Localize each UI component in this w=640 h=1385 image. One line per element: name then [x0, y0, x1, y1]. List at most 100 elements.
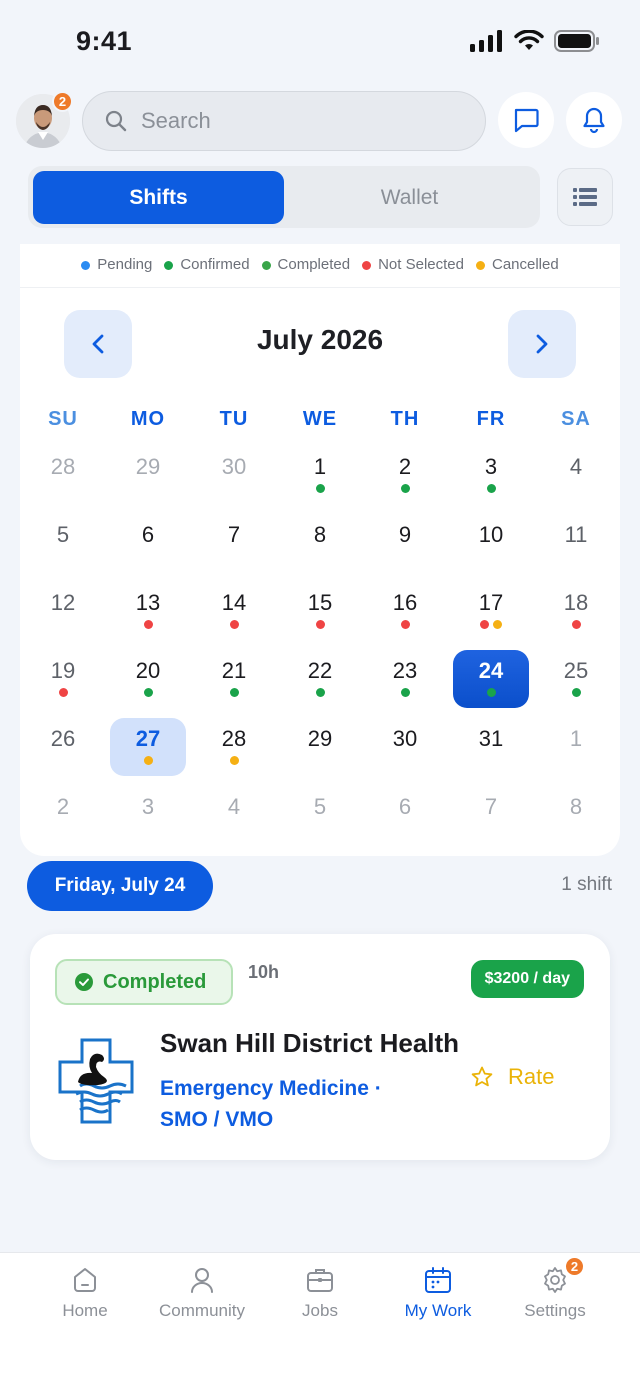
calendar-day-number: 16	[392, 590, 418, 615]
calendar-day-number: 13	[135, 590, 161, 615]
calendar-day[interactable]: 23	[367, 650, 443, 708]
calendar-day[interactable]: 2	[367, 446, 443, 504]
calendar-day[interactable]: 3	[453, 446, 529, 504]
calendar-day-number: 1	[313, 454, 327, 479]
legend-label: Pending	[97, 256, 153, 273]
shift-card[interactable]: Completed 10h $3200 / day Swan Hill Dist…	[30, 934, 610, 1160]
calendar-day[interactable]: 1	[282, 446, 358, 504]
search-input[interactable]	[141, 108, 441, 134]
calendar-day-number: 24	[478, 658, 504, 683]
nav-community[interactable]: Community	[147, 1265, 257, 1321]
calendar-day[interactable]: 14	[196, 582, 272, 640]
tab-wallet[interactable]: Wallet	[284, 171, 535, 224]
calendar-day[interactable]: 17	[453, 582, 529, 640]
calendar-day[interactable]: 7	[196, 514, 272, 572]
calendar-day[interactable]: 11	[538, 514, 614, 572]
calendar-day-number: 8	[569, 794, 583, 819]
search-bar[interactable]	[82, 91, 486, 151]
calendar-day-number: 14	[221, 590, 247, 615]
rate-button[interactable]: Rate	[470, 1064, 554, 1090]
hospital-name: Swan Hill District Health	[160, 1028, 460, 1058]
calendar-day-number: 7	[227, 522, 241, 547]
calendar-day[interactable]: 15	[282, 582, 358, 640]
avatar-badge: 2	[52, 91, 73, 112]
calendar-day[interactable]: 8	[538, 786, 614, 844]
calendar-day[interactable]: 5	[25, 514, 101, 572]
list-view-button[interactable]	[557, 168, 613, 226]
price-badge: $3200 / day	[470, 960, 584, 998]
legend-item: Pending	[81, 256, 152, 287]
calendar-day[interactable]: 18	[538, 582, 614, 640]
weekday-label: TH	[390, 408, 420, 430]
calendar-day[interactable]: 26	[25, 718, 101, 776]
calendar-day[interactable]: 12	[25, 582, 101, 640]
shift-status-dots	[110, 756, 186, 765]
calendar-day[interactable]: 20	[110, 650, 186, 708]
status-dot-icon	[400, 620, 410, 629]
calendar-day[interactable]: 22	[282, 650, 358, 708]
calendar-day[interactable]: 8	[282, 514, 358, 572]
shift-status-dots	[25, 688, 101, 697]
calendar-day[interactable]: 10	[453, 514, 529, 572]
next-month-button[interactable]	[508, 310, 576, 378]
calendar-day[interactable]: 2	[25, 786, 101, 844]
calendar-day[interactable]: 7	[453, 786, 529, 844]
calendar-day[interactable]: 24	[453, 650, 529, 708]
calendar-day[interactable]: 9	[367, 514, 443, 572]
legend-label: Completed	[277, 256, 351, 273]
calendar-day[interactable]: 27	[110, 718, 186, 776]
calendar-day[interactable]: 4	[196, 786, 272, 844]
legend-label: Cancelled	[491, 256, 559, 273]
calendar-day[interactable]: 19	[25, 650, 101, 708]
calendar-day[interactable]: 1	[538, 718, 614, 776]
shift-status-dots	[110, 620, 186, 629]
nav-my-work[interactable]: My Work	[383, 1265, 493, 1321]
nav-my-work-label: My Work	[404, 1301, 472, 1320]
status-dot-icon	[229, 688, 239, 697]
nav-jobs[interactable]: Jobs	[265, 1265, 375, 1321]
weekday-label: TU	[219, 408, 249, 430]
calendar-day[interactable]: 21	[196, 650, 272, 708]
nav-jobs-label: Jobs	[302, 1301, 338, 1320]
calendar-day[interactable]: 25	[538, 650, 614, 708]
messages-button[interactable]	[498, 92, 554, 148]
nav-home[interactable]: Home	[30, 1265, 140, 1321]
calendar-day[interactable]: 28	[25, 446, 101, 504]
star-icon	[471, 1066, 493, 1087]
bottom-navigation: Home Community Jobs My Work Settings	[0, 1252, 640, 1385]
calendar-day[interactable]: 6	[110, 514, 186, 572]
shift-status-dots	[282, 620, 358, 629]
signal-icon	[470, 30, 502, 52]
calendar-day[interactable]: 4	[538, 446, 614, 504]
calendar-day[interactable]: 5	[282, 786, 358, 844]
status-dot-icon	[58, 688, 68, 697]
calendar-day[interactable]: 31	[453, 718, 529, 776]
calendar-day-number: 18	[563, 590, 589, 615]
weekday-label: MO	[130, 408, 166, 430]
nav-home-label: Home	[62, 1301, 108, 1320]
calendar-day[interactable]: 6	[367, 786, 443, 844]
calendar-day[interactable]: 30	[367, 718, 443, 776]
calendar-day-number: 20	[135, 658, 161, 683]
calendar-day[interactable]: 3	[110, 786, 186, 844]
calendar-day[interactable]: 28	[196, 718, 272, 776]
calendar-day-number: 9	[398, 522, 412, 547]
nav-settings[interactable]: Settings	[500, 1265, 610, 1321]
calendar-day-number: 26	[50, 726, 76, 751]
calendar-day[interactable]: 29	[110, 446, 186, 504]
legend-item: Confirmed	[164, 256, 250, 287]
battery-icon	[554, 30, 599, 52]
calendar-day-number: 28	[50, 454, 76, 479]
status-time: 9:41	[76, 26, 133, 56]
notifications-button[interactable]	[566, 92, 622, 148]
legend-dot-icon	[475, 261, 485, 270]
calendar-day[interactable]: 29	[282, 718, 358, 776]
calendar-day[interactable]: 13	[110, 582, 186, 640]
calendar-day-number: 5	[56, 522, 70, 547]
shift-status-dots	[453, 688, 529, 697]
calendar-day[interactable]: 16	[367, 582, 443, 640]
status-label: Completed	[103, 970, 207, 993]
calendar-day-number: 28	[221, 726, 247, 751]
calendar-day[interactable]: 30	[196, 446, 272, 504]
tab-shifts[interactable]: Shifts	[33, 171, 284, 224]
